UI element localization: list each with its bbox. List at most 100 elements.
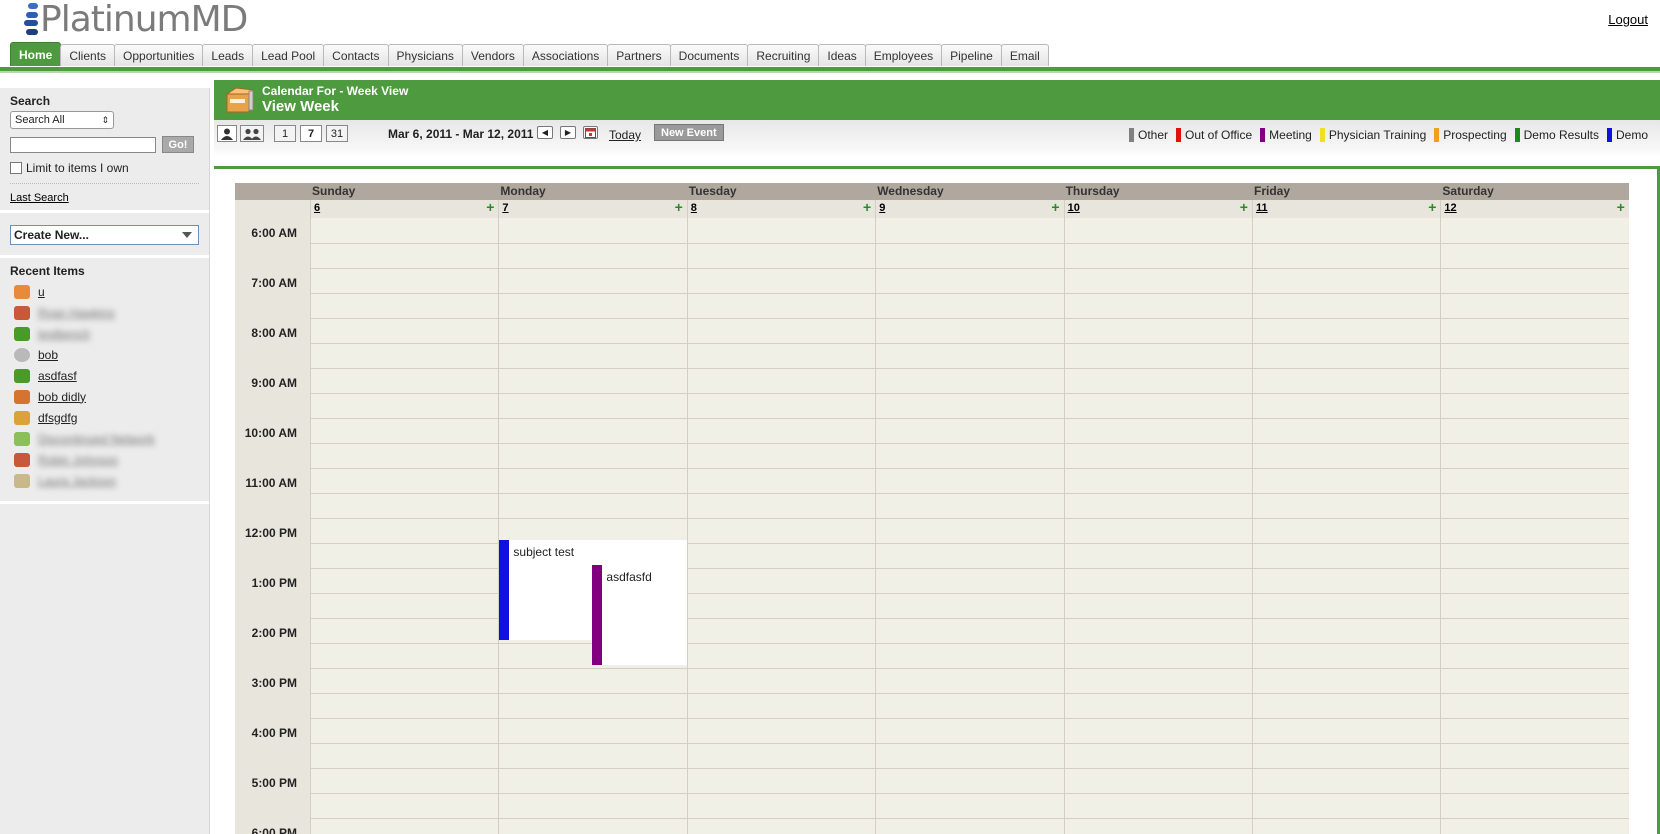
day-view-button[interactable]: 1 (274, 125, 296, 142)
tab-physicians[interactable]: Physicians (387, 44, 463, 66)
add-event-icon[interactable]: + (1051, 199, 1059, 215)
calendar-subtitle: Calendar For - Week View (262, 84, 409, 98)
search-scope-select[interactable]: Search All ⇕ (10, 111, 114, 129)
hour-line (310, 693, 1629, 694)
event-type-legend: Other Out of Office Meeting Physician Train… (1121, 128, 1648, 142)
half-hour-line (310, 518, 1629, 519)
next-week-button[interactable]: ▶ (560, 126, 576, 139)
day-name-thursday: Thursday (1065, 184, 1120, 198)
half-hour-line (310, 668, 1629, 669)
add-event-icon[interactable]: + (486, 199, 494, 215)
time-label: 12:00 PM (244, 526, 297, 540)
recent-item-link[interactable]: Ryan Hawkins (38, 306, 115, 320)
chevron-left-icon: ◀ (541, 128, 549, 137)
time-column: 6:00 AM 7:00 AM 8:00 AM 9:00 AM 10:00 AM 11:0… (235, 218, 310, 834)
tab-email[interactable]: Email (1000, 44, 1049, 66)
tab-lead-pool[interactable]: Lead Pool (252, 44, 325, 66)
calendar-icon (585, 127, 596, 138)
date-link[interactable]: 12 (1444, 202, 1456, 214)
tab-contacts[interactable]: Contacts (323, 44, 389, 66)
previous-week-button[interactable]: ◀ (537, 126, 553, 139)
legend-label: Out of Office (1185, 128, 1253, 142)
tab-employees[interactable]: Employees (864, 44, 943, 66)
date-link[interactable]: 11 (1256, 202, 1268, 214)
tab-leads[interactable]: Leads (202, 44, 254, 66)
recent-items-title: Recent Items (10, 264, 85, 278)
group-users-button[interactable] (240, 125, 264, 142)
tab-partners[interactable]: Partners (607, 44, 671, 66)
tab-recruiting[interactable]: Recruiting (747, 44, 820, 66)
go-button[interactable]: Go! (162, 136, 194, 153)
time-label: 1:00 PM (251, 576, 297, 590)
legend-swatch (1128, 128, 1134, 142)
time-label: 3:00 PM (251, 676, 297, 690)
recent-item: testbench (10, 323, 199, 344)
date-link[interactable]: 8 (691, 202, 697, 214)
tab-ideas[interactable]: Ideas (818, 44, 866, 66)
date-link[interactable]: 6 (314, 202, 320, 214)
today-link[interactable]: Today (609, 128, 641, 142)
add-event-icon[interactable]: + (1428, 199, 1436, 215)
date-link[interactable]: 10 (1068, 202, 1080, 214)
half-hour-line (310, 818, 1629, 819)
single-user-button[interactable] (217, 125, 237, 142)
logo-text: PlatinumMD (40, 0, 248, 40)
hour-line (310, 293, 1629, 294)
legend-label: Demo (1615, 128, 1648, 142)
legend-label: Meeting (1269, 128, 1312, 142)
add-event-icon[interactable]: + (1240, 199, 1248, 215)
tab-opportunities[interactable]: Opportunities (114, 44, 204, 66)
date-cell: 6 + (310, 199, 498, 218)
add-event-icon[interactable]: + (1617, 199, 1625, 215)
chevron-right-icon: ▶ (564, 128, 572, 137)
limit-own-checkbox[interactable] (10, 162, 22, 174)
hour-line (310, 793, 1629, 794)
create-new-dropdown[interactable]: Create New... (10, 225, 199, 245)
legend-item-out-of-office: Out of Office (1176, 128, 1252, 142)
recent-item-link[interactable]: Discontinued Network (38, 432, 155, 446)
day-column-divider (498, 218, 500, 834)
platinummd-logo[interactable]: PlatinumMD (24, 0, 248, 40)
tab-associations[interactable]: Associations (522, 44, 609, 66)
search-scope-value: Search All (15, 114, 65, 126)
recent-item: bob (10, 344, 199, 365)
day-column-divider (1440, 218, 1442, 834)
date-range: Mar 6, 2011 - Mar 12, 2011 (388, 127, 534, 141)
recent-item: u (10, 281, 199, 302)
main-tab-bar: Home Clients Opportunities Leads Lead Pool Co… (10, 42, 1049, 68)
new-event-button[interactable]: New Event (654, 124, 724, 141)
date-link[interactable]: 9 (879, 202, 885, 214)
recent-item-link[interactable]: dfsgdfg (38, 411, 77, 425)
day-column-divider (1252, 218, 1253, 834)
tab-pipeline[interactable]: Pipeline (941, 44, 1002, 66)
month-view-button[interactable]: 31 (326, 125, 348, 142)
week-view-button[interactable]: 7 (300, 125, 322, 142)
recent-item-link[interactable]: asdfasf (38, 369, 77, 383)
hour-line (310, 393, 1629, 394)
search-input[interactable] (10, 136, 156, 153)
recent-item-link[interactable]: bob (38, 348, 58, 362)
logout-link[interactable]: Logout (1608, 12, 1648, 27)
tab-home[interactable]: Home (10, 42, 62, 66)
recent-item: Ryan Hawkins (10, 302, 199, 323)
calendar-event[interactable]: asdfasfd (592, 565, 687, 665)
legend-swatch (1319, 128, 1325, 142)
recent-item-link[interactable]: Laura Jackson (38, 474, 116, 488)
date-picker-button[interactable] (583, 126, 598, 139)
add-event-icon[interactable]: + (863, 199, 871, 215)
legend-item-other: Other (1128, 128, 1168, 142)
last-search-link[interactable]: Last Search (10, 183, 199, 204)
recent-item-link[interactable]: testbench (38, 327, 90, 341)
create-new-section: Create New... (0, 213, 209, 258)
tab-documents[interactable]: Documents (669, 44, 749, 66)
date-link[interactable]: 7 (502, 202, 508, 214)
recent-item-link[interactable]: Robin Johnson (38, 453, 118, 467)
tab-vendors[interactable]: Vendors (461, 44, 524, 66)
recent-item-link[interactable]: u (38, 285, 45, 299)
hour-line (310, 643, 1629, 644)
recent-item-link[interactable]: bob didly (38, 390, 86, 404)
building-icon (14, 305, 30, 320)
document-icon (14, 473, 30, 488)
tab-clients[interactable]: Clients (60, 44, 116, 66)
add-event-icon[interactable]: + (675, 199, 683, 215)
